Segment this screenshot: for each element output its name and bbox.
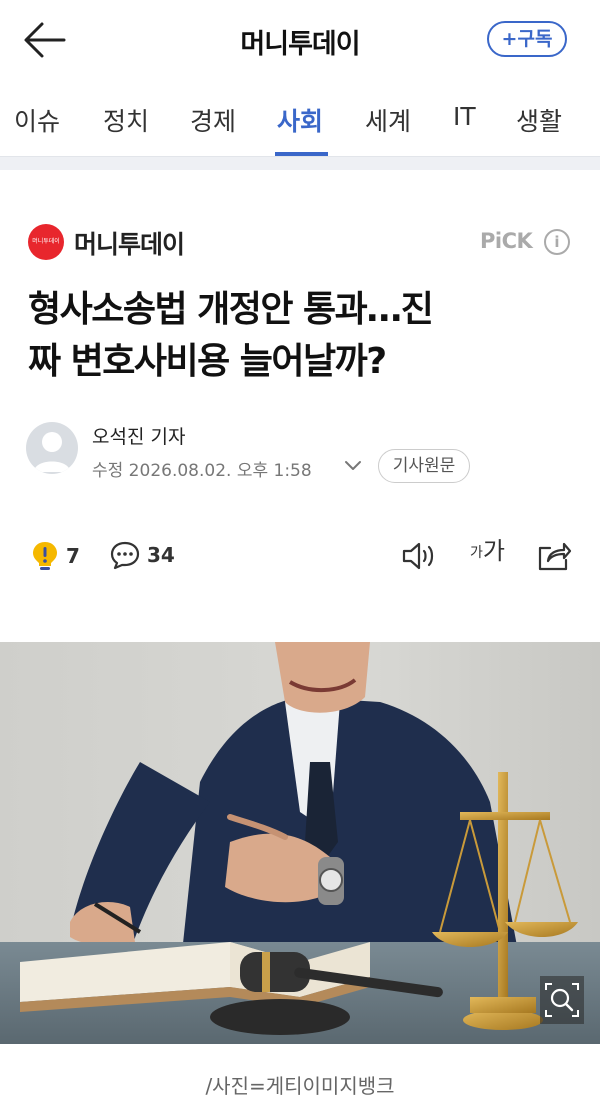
section-divider <box>0 156 600 170</box>
avatar[interactable] <box>26 422 78 474</box>
reaction-button[interactable]: 7 <box>30 540 80 572</box>
exclamation-bulb-icon <box>33 542 57 570</box>
pick-badge: PiCK <box>480 229 533 253</box>
tab-world[interactable]: 세계 <box>365 102 411 138</box>
font-large-label: 가 <box>482 537 505 565</box>
font-size-button[interactable]: 가 가 <box>470 538 505 564</box>
person-icon <box>34 432 70 472</box>
press-header: 머니투데이 머니투데이 PiCK i <box>28 223 574 263</box>
photo-zoom-button[interactable] <box>540 976 584 1024</box>
article-photo[interactable] <box>0 642 600 1044</box>
subscribe-button[interactable]: +구독 <box>487 21 567 57</box>
font-size-icon: 가 가 <box>470 538 505 564</box>
headline-line-2: 짜 변호사비용 늘어날까? <box>28 341 387 382</box>
article-headline: 형사소송법 개정안 통과…진 짜 변호사비용 늘어날까? <box>28 284 576 388</box>
tab-issue[interactable]: 이슈 <box>14 102 60 138</box>
chevron-down-icon[interactable] <box>343 459 363 473</box>
modified-date: 수정 2026.08.02. 오후 1:58 <box>92 461 312 481</box>
comment-button[interactable]: 34 <box>109 540 175 570</box>
category-tabs: 이슈 정치 경제 사회 세계 IT 생활 <box>0 82 600 156</box>
speech-bubble-icon <box>110 541 140 570</box>
comment-count: 34 <box>147 543 175 567</box>
press-logo[interactable]: 머니투데이 <box>28 224 64 260</box>
info-circle-icon[interactable]: i <box>544 229 570 255</box>
top-bar: 머니투데이 +구독 <box>0 0 600 82</box>
tab-economy[interactable]: 경제 <box>190 102 236 138</box>
tab-life[interactable]: 생활 <box>516 102 562 138</box>
original-article-button[interactable]: 기사원문 <box>378 449 470 483</box>
lawyer-scales-image <box>0 642 600 1044</box>
share-icon[interactable] <box>536 540 572 572</box>
photo-caption: /사진=게티이미지뱅크 <box>205 1074 395 1098</box>
speaker-icon[interactable] <box>401 540 437 572</box>
reaction-count: 7 <box>66 544 80 568</box>
press-name[interactable]: 머니투데이 <box>74 225 185 261</box>
tab-politics[interactable]: 정치 <box>103 102 149 138</box>
tab-it[interactable]: IT <box>453 102 476 131</box>
font-small-label: 가 <box>470 545 483 561</box>
headline-line-1: 형사소송법 개정안 통과…진 <box>28 289 434 330</box>
author-name[interactable]: 오석진 기자 <box>92 422 185 449</box>
zoom-icon <box>545 983 579 1017</box>
article-toolbar: 7 34 가 가 <box>0 532 600 580</box>
tab-society[interactable]: 사회 <box>277 102 323 138</box>
